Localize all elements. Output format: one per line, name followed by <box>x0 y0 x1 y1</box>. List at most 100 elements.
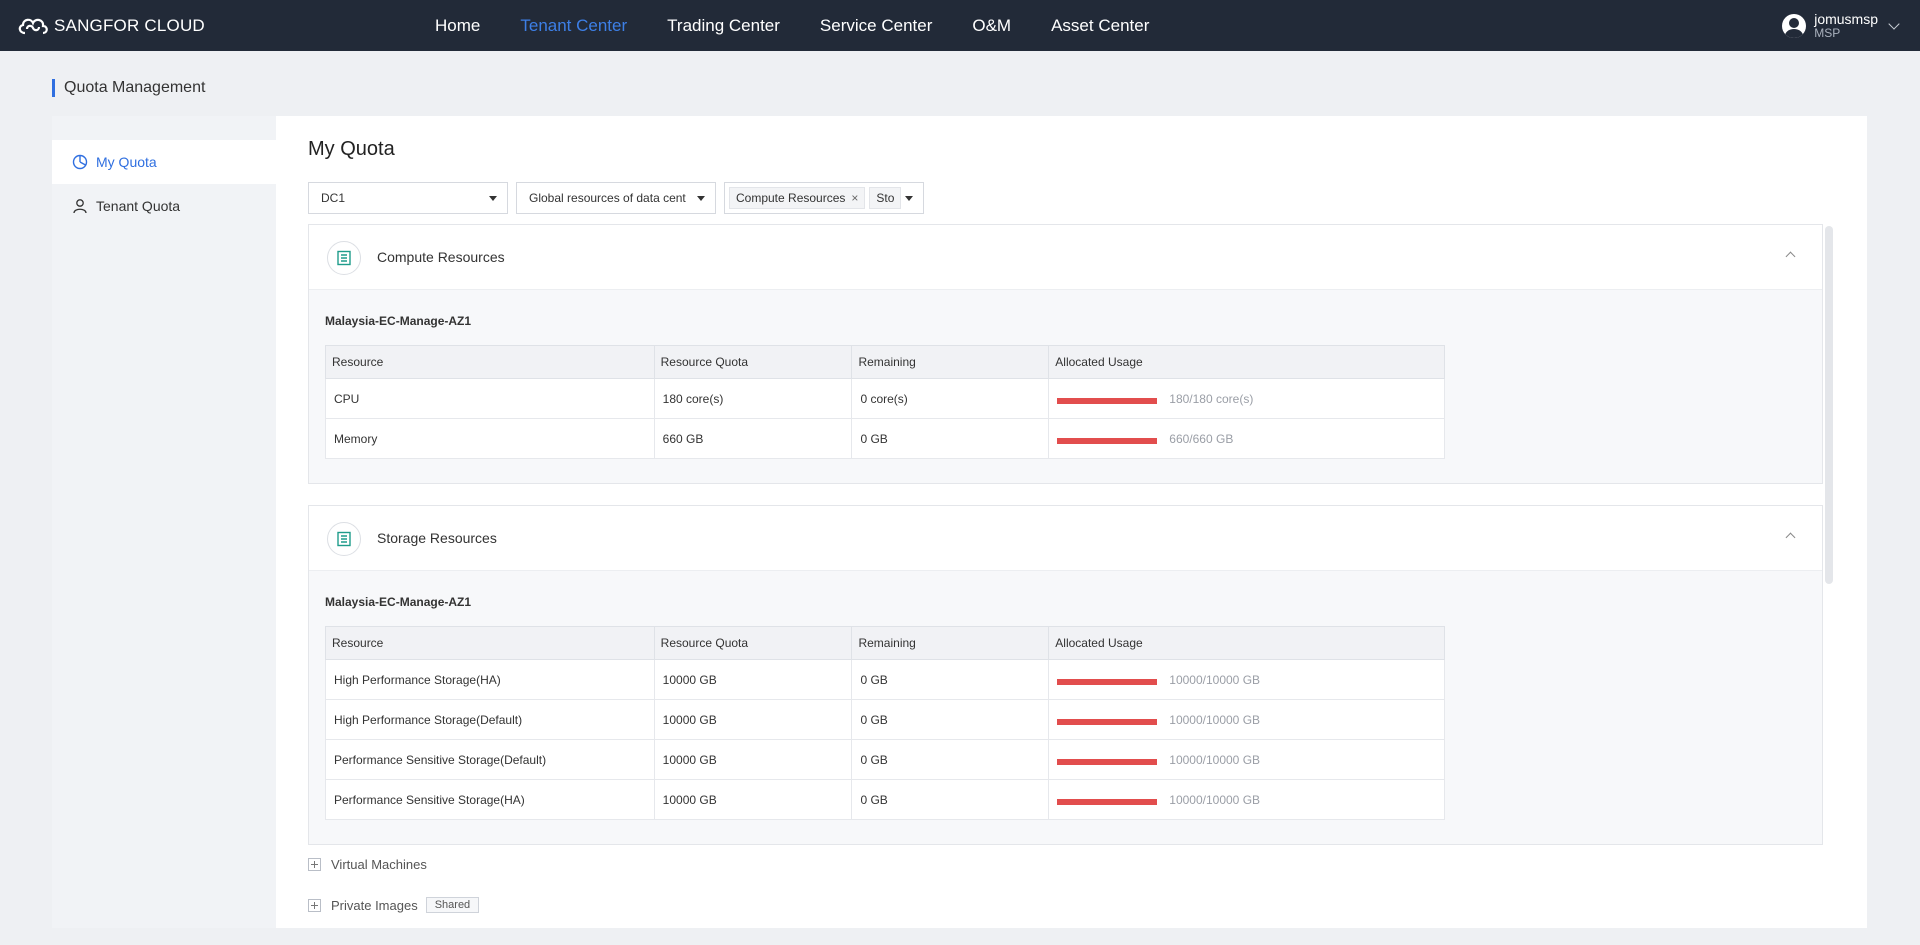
close-icon[interactable]: × <box>851 187 858 209</box>
table-row: High Performance Storage(HA) 10000 GB 0 … <box>325 659 1445 700</box>
chevron-up-icon[interactable] <box>1785 251 1796 262</box>
allocated-usage: 10000/10000 GB <box>1048 659 1445 700</box>
usage-bar-fill <box>1057 718 1158 725</box>
allocated-usage: 10000/10000 GB <box>1048 779 1445 820</box>
brand-logo[interactable]: SANGFOR CLOUD <box>16 13 205 39</box>
panel-header[interactable]: Storage Resources <box>309 506 1822 571</box>
usage-text: 180/180 core(s) <box>1169 391 1254 406</box>
nav-trading-center[interactable]: Trading Center <box>667 0 780 51</box>
resource-quota: 660 GB <box>653 418 853 459</box>
resource-type-select[interactable]: Compute Resources × Sto <box>724 182 924 214</box>
main-nav: Home Tenant Center Trading Center Servic… <box>435 0 1189 51</box>
nav-om[interactable]: O&M <box>972 0 1011 51</box>
content-area: My Quota DC1 Global resources of data ce… <box>276 116 1867 928</box>
resource-quota: 180 core(s) <box>653 378 853 419</box>
usage-text: 10000/10000 GB <box>1169 672 1261 687</box>
cloud-logo-icon <box>18 18 48 35</box>
caret-down-icon <box>697 196 705 201</box>
top-nav-bar: SANGFOR CLOUD Home Tenant Center Trading… <box>0 0 1920 51</box>
expand-icon[interactable] <box>308 858 321 871</box>
column-header: Allocated Usage <box>1048 626 1445 660</box>
resource-remaining: 0 GB <box>851 779 1050 820</box>
resource-quota: 10000 GB <box>653 779 853 820</box>
table-header-row: Resource Resource Quota Remaining Alloca… <box>325 345 1445 379</box>
resource-quota: 10000 GB <box>653 659 853 700</box>
column-header: Allocated Usage <box>1048 345 1445 379</box>
nav-service-center[interactable]: Service Center <box>820 0 932 51</box>
chevron-up-icon[interactable] <box>1785 532 1796 543</box>
availability-zone-name: Malaysia-EC-Manage-AZ1 <box>325 314 472 328</box>
panel-title: Compute Resources <box>377 249 505 265</box>
shared-badge: Shared <box>425 897 480 913</box>
brand-name: SANGFOR CLOUD <box>54 16 205 35</box>
resource-name: Memory <box>325 418 655 459</box>
table-row: Performance Sensitive Storage(Default) 1… <box>325 739 1445 780</box>
scope-select[interactable]: Global resources of data cent <box>516 182 716 214</box>
private-images-section[interactable]: Private Images Shared <box>308 897 480 913</box>
compute-resources-panel: Compute Resources Malaysia-EC-Manage-AZ1… <box>308 224 1823 484</box>
resource-name: High Performance Storage(HA) <box>325 659 655 700</box>
page-title: Quota Management <box>52 79 205 97</box>
caret-down-icon <box>905 196 913 201</box>
usage-bar <box>1057 437 1158 444</box>
nav-tenant-center[interactable]: Tenant Center <box>520 0 627 51</box>
virtual-machines-section[interactable]: Virtual Machines <box>308 857 427 872</box>
usage-bar-fill <box>1057 798 1158 805</box>
table-row: High Performance Storage(Default) 10000 … <box>325 699 1445 740</box>
usage-bar-fill <box>1057 397 1158 404</box>
usage-bar <box>1057 798 1158 805</box>
panel-header[interactable]: Compute Resources <box>309 225 1822 290</box>
user-icon <box>73 199 87 214</box>
filter-tag-label: Compute Resources <box>736 191 846 205</box>
usage-text: 660/660 GB <box>1169 431 1234 446</box>
resource-remaining: 0 GB <box>851 659 1050 700</box>
storage-icon <box>327 522 361 556</box>
resource-remaining: 0 GB <box>851 699 1050 740</box>
table-row: Performance Sensitive Storage(HA) 10000 … <box>325 779 1445 820</box>
sidebar: My Quota Tenant Quota <box>52 116 276 928</box>
resource-name: Performance Sensitive Storage(Default) <box>325 739 655 780</box>
column-header: Remaining <box>851 345 1050 379</box>
availability-zone-name: Malaysia-EC-Manage-AZ1 <box>325 595 472 609</box>
usage-bar <box>1057 718 1158 725</box>
chevron-down-icon <box>1888 18 1900 30</box>
usage-bar-fill <box>1057 437 1158 444</box>
panel-title: Storage Resources <box>377 530 497 546</box>
allocated-usage: 660/660 GB <box>1048 418 1445 459</box>
datacenter-value: DC1 <box>321 191 346 205</box>
sidebar-item-my-quota[interactable]: My Quota <box>52 140 276 184</box>
avatar-icon <box>1782 14 1807 38</box>
table-row: CPU 180 core(s) 0 core(s) 180/180 core(s… <box>325 378 1445 419</box>
datacenter-select[interactable]: DC1 <box>308 182 508 214</box>
nav-asset-center[interactable]: Asset Center <box>1051 0 1149 51</box>
server-icon <box>327 241 361 275</box>
table-header-row: Resource Resource Quota Remaining Alloca… <box>325 626 1445 660</box>
table-row: Memory 660 GB 0 GB 660/660 GB <box>325 418 1445 459</box>
sidebar-item-label: Tenant Quota <box>96 198 181 214</box>
section-label: Private Images <box>331 897 418 913</box>
resource-name: Performance Sensitive Storage(HA) <box>325 779 655 820</box>
usage-bar-fill <box>1057 678 1158 685</box>
main-container: My Quota Tenant Quota My Quota DC1 Globa… <box>52 116 1867 928</box>
filter-tag: Compute Resources × <box>729 187 866 209</box>
usage-text: 10000/10000 GB <box>1169 752 1261 767</box>
scrollbar[interactable] <box>1825 226 1833 584</box>
allocated-usage: 180/180 core(s) <box>1048 378 1445 419</box>
user-menu[interactable]: jomusmsp MSP <box>1782 10 1900 42</box>
nav-home[interactable]: Home <box>435 0 480 51</box>
expand-icon[interactable] <box>308 898 321 912</box>
allocated-usage: 10000/10000 GB <box>1048 739 1445 780</box>
column-header: Resource Quota <box>653 345 853 379</box>
column-header: Remaining <box>851 626 1050 660</box>
column-header: Resource <box>325 345 655 379</box>
usage-bar-fill <box>1057 758 1158 765</box>
usage-bar <box>1057 758 1158 765</box>
scope-value: Global resources of data cent <box>529 191 686 205</box>
column-header: Resource <box>325 626 655 660</box>
resource-quota: 10000 GB <box>653 699 853 740</box>
sidebar-item-tenant-quota[interactable]: Tenant Quota <box>52 184 276 228</box>
usage-text: 10000/10000 GB <box>1169 792 1261 807</box>
resource-quota: 10000 GB <box>653 739 853 780</box>
sidebar-item-label: My Quota <box>96 154 157 170</box>
allocated-usage: 10000/10000 GB <box>1048 699 1445 740</box>
